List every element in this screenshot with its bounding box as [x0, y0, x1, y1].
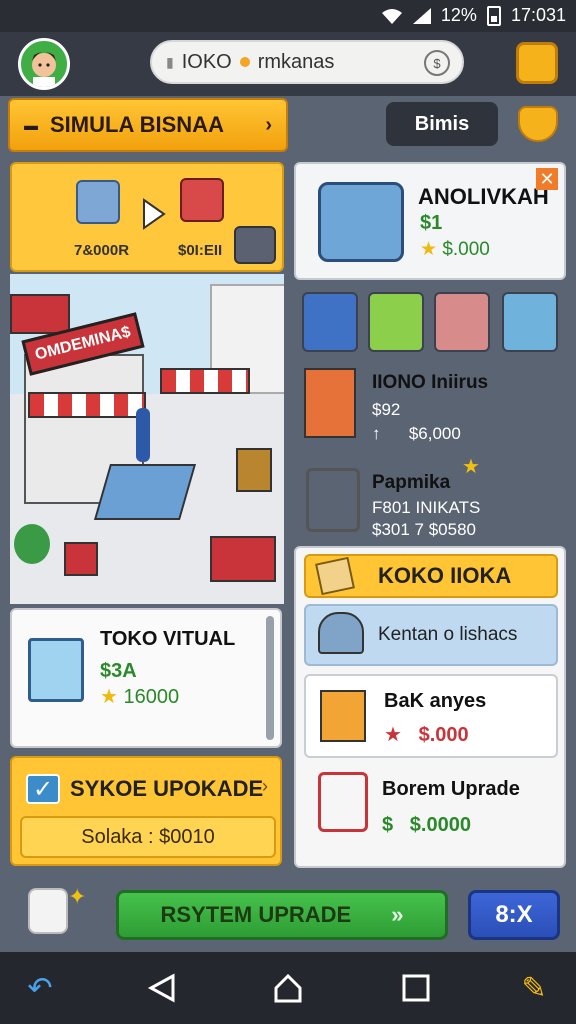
clock: 17:031 [510, 5, 566, 25]
star-icon: ★ [100, 686, 118, 708]
system-upgrade-button[interactable]: RSYTEM UPRADE » [116, 890, 448, 940]
brick-button[interactable] [234, 226, 276, 264]
avatar[interactable] [18, 38, 70, 90]
list-item[interactable]: Papmika F801 INIKATS $301 7 $0580 [300, 464, 564, 542]
item-cost: ↑ $6,000 [372, 424, 461, 443]
search-text-2: rmkanas [257, 50, 335, 73]
glass-shop-icon [28, 638, 84, 702]
to-value: $0I:EII [178, 242, 223, 259]
item-cost: $301 7 $0580 [372, 520, 476, 539]
shop-building-icon [180, 178, 224, 222]
signal-icon [412, 7, 431, 24]
scrollbar[interactable] [266, 616, 274, 740]
battery-percent: 12% [440, 5, 477, 25]
mic-icon[interactable]: $ [424, 50, 450, 76]
avatar-face-icon [32, 52, 56, 87]
toko-virtual-card[interactable]: TOKO VITUAL $3A ★ 16000 [10, 608, 282, 748]
corner-shop-icon [10, 294, 70, 334]
undo-icon[interactable]: ↶ [20, 968, 60, 1008]
list-item[interactable]: IIONO Iniirus $92 ↑ $6,000 [300, 362, 564, 448]
full-cart-icon [318, 772, 368, 832]
gift-box-icon [64, 542, 98, 576]
caret-down-icon: ▬ [24, 117, 38, 133]
item-cost-value: $6,000 [408, 424, 461, 443]
option-name: Borem Uprade [382, 778, 520, 800]
solaka-field[interactable]: Solaka : $0010 [20, 816, 276, 858]
search-text: IOKO [181, 50, 232, 73]
item-detail: F801 INIKATS [372, 498, 481, 517]
featured-rating-value: $.000 [442, 239, 490, 260]
item-name: IIONO Iniirus [372, 372, 489, 393]
featured-rating: ★ $.000 [420, 238, 490, 261]
speed-button[interactable]: 8:X [468, 890, 560, 940]
home-icon[interactable] [268, 968, 308, 1008]
recents-icon[interactable] [396, 968, 436, 1008]
shopping-cart-icon [306, 468, 360, 532]
awning-icon [28, 392, 146, 418]
chevron-right-icon: › [262, 776, 268, 796]
badge-icon[interactable] [518, 106, 558, 142]
option-price: ★ $.000 [384, 724, 469, 746]
option-price: $ $.0000 [382, 814, 471, 836]
checkbox[interactable]: ✓ [26, 774, 60, 804]
chevron-right-icon: › [265, 113, 272, 136]
shopper-icon [136, 408, 150, 462]
wifi-icon [381, 8, 402, 24]
status-dot-icon [239, 57, 250, 67]
simula-menu-button[interactable]: ▬ SIMULA BISNAA › [8, 98, 288, 152]
arrow-right-icon [143, 198, 166, 230]
card-rating: ★ 16000 [100, 684, 179, 709]
display-counter-icon [93, 464, 197, 520]
tile-box[interactable] [302, 292, 358, 352]
tile-basket[interactable] [502, 292, 558, 352]
fast-forward-icon: » [391, 902, 404, 927]
lock-icon[interactable] [28, 888, 68, 934]
gift-stall-icon [318, 182, 404, 262]
from-value: 7&000R [74, 242, 130, 259]
tile-gift[interactable] [434, 292, 490, 352]
tile-table[interactable] [368, 292, 424, 352]
option-price-value: $.0000 [409, 814, 471, 836]
featured-title: ANOLIVKAH [418, 184, 549, 209]
conversion-card[interactable]: 7&000R $0I:EII [10, 162, 284, 272]
upgrade-label: RSYTEM UPRADE [160, 902, 352, 927]
sparkle-icon: ✦ [68, 884, 87, 909]
navigation-bar: ↶ ✎ [0, 952, 576, 1024]
upgrade-title: SYKOE UPOKADE [70, 776, 264, 801]
office-building-icon [76, 180, 120, 224]
close-icon[interactable]: ✕ [536, 168, 558, 190]
simula-label: SIMULA BISNAA [50, 112, 224, 137]
bench-stand-icon [210, 536, 276, 582]
pencil-icon[interactable]: ✎ [514, 968, 554, 1008]
status-bar: 12% 17:031 [0, 0, 576, 32]
featured-card[interactable]: ANOLIVKAH $1 ★ $.000 ✕ [294, 162, 566, 280]
panel-option-2[interactable]: BaK anyes ★ $.000 [304, 674, 558, 758]
flower-basket-icon [236, 448, 272, 492]
search-bar[interactable]: ▮ IOKO rmkanas $ [150, 40, 464, 84]
option-price-value: $.000 [418, 724, 469, 746]
star-icon: ★ [420, 239, 438, 260]
sykoe-upgrade-card[interactable]: ✓ SYKOE UPOKADE › Solaka : $0010 [10, 756, 282, 866]
card-price: $3A [100, 660, 137, 682]
featured-price: $1 [420, 212, 443, 234]
awning-2-icon [160, 368, 250, 394]
ticket-icon[interactable] [516, 42, 558, 84]
battery-icon [486, 5, 501, 26]
card-rating-value: 16000 [123, 686, 180, 708]
plant-icon [14, 524, 50, 564]
dome-icon [318, 612, 364, 654]
koko-panel[interactable]: KOKO IIOKA Kentan o lishacs BaK anyes ★ … [294, 546, 566, 868]
city-scene[interactable]: OMDEMINA$ [10, 274, 284, 604]
crate-cart-icon [304, 368, 356, 438]
bimis-button[interactable]: Bimis [386, 102, 498, 146]
item-name: Papmika [372, 472, 451, 493]
cart-basket-icon [320, 690, 366, 742]
item-price: $92 [372, 400, 401, 419]
tag-icon: ▮ [166, 53, 174, 70]
card-title: TOKO VITUAL [100, 628, 236, 650]
back-icon[interactable] [142, 968, 182, 1008]
option-name: BaK anyes [384, 690, 487, 712]
